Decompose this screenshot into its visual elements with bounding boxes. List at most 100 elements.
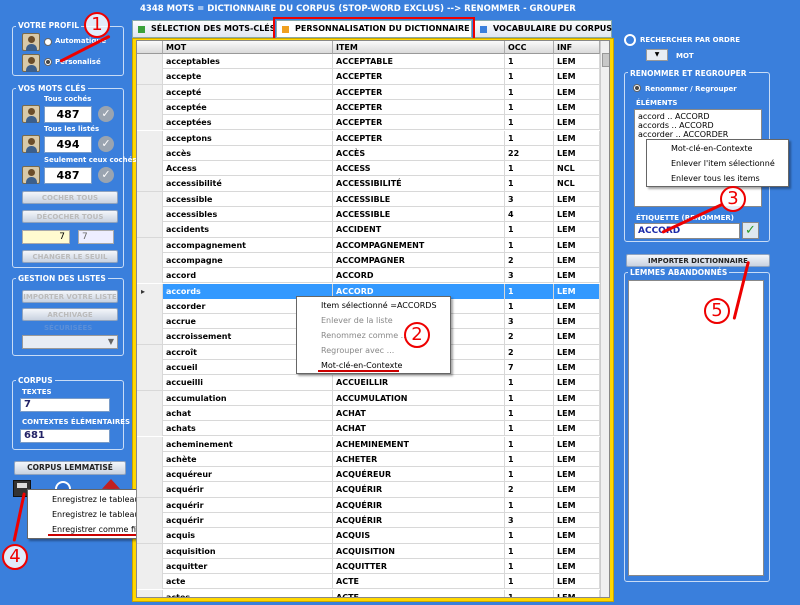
cell-occ[interactable]: 3	[505, 513, 554, 528]
search-icon[interactable]	[624, 34, 636, 46]
list-item[interactable]: accords .. ACCORD	[638, 121, 758, 130]
table-row[interactable]: acquérir ACQUÉRIR 2 LEM	[137, 482, 600, 498]
row-selector[interactable]	[137, 405, 163, 421]
row-selector[interactable]	[137, 176, 163, 192]
row-selector[interactable]	[137, 99, 163, 115]
cell-inf[interactable]: LEM	[554, 237, 600, 253]
cell-inf[interactable]: LEM	[554, 558, 600, 574]
cell-item[interactable]: ACCESSIBILITÉ	[333, 176, 505, 192]
cell-inf[interactable]: LEM	[554, 375, 600, 391]
elements-menu-kwic[interactable]: Mot-clé-en-Contexte	[647, 141, 788, 156]
cell-occ[interactable]: 1	[505, 84, 554, 100]
personalise-radio[interactable]	[44, 58, 52, 66]
cell-occ[interactable]: 1	[505, 99, 554, 115]
row-selector[interactable]	[137, 513, 163, 528]
cell-mot[interactable]: actes	[163, 589, 333, 597]
table-row[interactable]: acceptées ACCEPTER 1 LEM	[137, 115, 600, 131]
table-row[interactable]: acceptons ACCEPTER 1 LEM	[137, 130, 600, 146]
row-selector[interactable]	[137, 451, 163, 467]
cell-inf[interactable]: LEM	[554, 390, 600, 406]
cell-occ[interactable]: 22	[505, 145, 554, 161]
cell-occ[interactable]: 7	[505, 360, 554, 375]
cell-mot[interactable]: acquérir	[163, 482, 333, 498]
cell-inf[interactable]: LEM	[554, 115, 600, 131]
cell-mot[interactable]: accepté	[163, 84, 333, 100]
cell-occ[interactable]: 1	[505, 543, 554, 559]
cell-occ[interactable]: 1	[505, 237, 554, 253]
cell-item[interactable]: ACQUISITION	[333, 543, 505, 559]
cell-inf[interactable]: LEM	[554, 252, 600, 268]
etiquette-confirm-icon[interactable]: ✓	[742, 222, 759, 239]
cell-inf[interactable]: LEM	[554, 283, 600, 299]
cell-item[interactable]: ACCÈS	[333, 145, 505, 161]
cell-inf[interactable]: LEM	[554, 268, 600, 284]
cell-mot[interactable]: accessibles	[163, 207, 333, 222]
seulement-check-icon[interactable]: ✓	[98, 167, 114, 183]
cell-occ[interactable]: 3	[505, 268, 554, 284]
table-row[interactable]: acquéreur ACQUÉREUR 1 LEM	[137, 467, 600, 483]
cell-mot[interactable]: acquisition	[163, 543, 333, 559]
cell-mot[interactable]: acquis	[163, 528, 333, 544]
renommer-radio[interactable]	[633, 84, 641, 92]
cell-mot[interactable]: accidents	[163, 222, 333, 238]
cell-item[interactable]: ACCIDENT	[333, 222, 505, 238]
cell-item[interactable]: ACCEPTABLE	[333, 54, 505, 69]
cell-occ[interactable]: 2	[505, 482, 554, 498]
etiquette-input[interactable]: ACCORD	[634, 223, 740, 239]
row-selector[interactable]	[137, 268, 163, 284]
cell-item[interactable]: ACHETER	[333, 451, 505, 467]
col-header-item[interactable]: ITEM	[333, 41, 505, 54]
list-item[interactable]: accorder .. ACCORDER	[638, 130, 758, 139]
cell-occ[interactable]: 1	[505, 390, 554, 406]
cell-mot[interactable]: accès	[163, 145, 333, 161]
table-row[interactable]: accidents ACCIDENT 1 LEM	[137, 222, 600, 238]
cell-occ[interactable]: 2	[505, 329, 554, 345]
cell-inf[interactable]: LEM	[554, 528, 600, 544]
row-selector[interactable]	[137, 222, 163, 238]
cell-mot[interactable]: accessible	[163, 191, 333, 207]
tous-listes-check-icon[interactable]: ✓	[98, 136, 114, 152]
cell-item[interactable]: ACCEPTER	[333, 69, 505, 85]
lemmes-list[interactable]	[628, 280, 764, 576]
table-row[interactable]: accessible ACCESSIBLE 3 LEM	[137, 191, 600, 207]
cell-mot[interactable]: accompagnement	[163, 237, 333, 253]
cell-occ[interactable]: 3	[505, 191, 554, 207]
scroll-thumb[interactable]	[602, 53, 609, 67]
cell-occ[interactable]: 1	[505, 375, 554, 391]
elements-menu-enlever-tous[interactable]: Enlever tous les items	[647, 171, 788, 186]
table-row[interactable]: achats ACHAT 1 LEM	[137, 421, 600, 437]
cell-inf[interactable]: LEM	[554, 145, 600, 161]
cell-occ[interactable]: 1	[505, 574, 554, 590]
cell-inf[interactable]: LEM	[554, 589, 600, 597]
cell-occ[interactable]: 2	[505, 344, 554, 360]
cell-inf[interactable]: LEM	[554, 451, 600, 467]
cell-occ[interactable]: 1	[505, 451, 554, 467]
table-row[interactable]: acquis ACQUIS 1 LEM	[137, 528, 600, 544]
cell-item[interactable]: ACCEPTER	[333, 99, 505, 115]
cell-item[interactable]: ACCEPTER	[333, 130, 505, 146]
cell-item[interactable]: ACCUEILLIR	[333, 375, 505, 391]
cell-inf[interactable]: LEM	[554, 513, 600, 528]
row-selector[interactable]	[137, 237, 163, 253]
col-header-inf[interactable]: INF	[554, 41, 600, 54]
row-selector[interactable]	[137, 314, 163, 330]
table-row[interactable]: acquisition ACQUISITION 1 LEM	[137, 543, 600, 559]
cocher-tous-button[interactable]: COCHER TOUS	[22, 191, 118, 204]
seuil-stepper[interactable]: 7	[78, 230, 114, 244]
cell-item[interactable]: ACCOMPAGNEMENT	[333, 237, 505, 253]
table-row[interactable]: accessibilité ACCESSIBILITÉ 1 NCL	[137, 176, 600, 192]
cell-inf[interactable]: LEM	[554, 405, 600, 421]
row-selector[interactable]	[137, 130, 163, 146]
cell-occ[interactable]: 1	[505, 161, 554, 177]
table-row[interactable]: accompagne ACCOMPAGNER 2 LEM	[137, 252, 600, 269]
row-selector[interactable]	[137, 329, 163, 345]
row-selector[interactable]	[137, 574, 163, 590]
row-menu-regrouper[interactable]: Regrouper avec ...	[297, 343, 450, 358]
decocher-tous-button[interactable]: DÉCOCHER TOUS	[22, 210, 118, 223]
cell-occ[interactable]: 1	[505, 115, 554, 131]
cell-occ[interactable]: 1	[505, 558, 554, 574]
table-row[interactable]: acheminement ACHEMINEMENT 1 LEM	[137, 436, 600, 452]
cell-inf[interactable]: LEM	[554, 574, 600, 590]
cell-occ[interactable]: 1	[505, 405, 554, 421]
cell-occ[interactable]: 1	[505, 69, 554, 85]
